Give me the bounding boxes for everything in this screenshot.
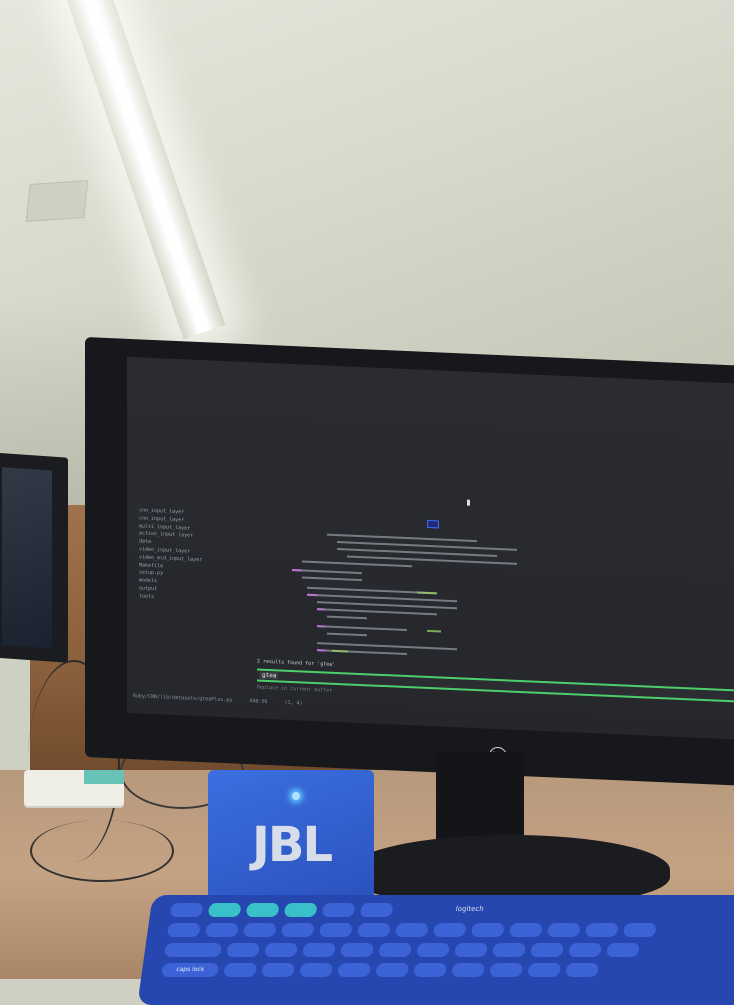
key[interactable]: [283, 903, 318, 917]
code-keyword: [307, 593, 317, 597]
key[interactable]: [242, 923, 277, 937]
ceiling-vent: [25, 180, 89, 222]
key[interactable]: [606, 943, 640, 957]
key[interactable]: [527, 963, 562, 977]
key[interactable]: [546, 923, 581, 937]
key[interactable]: [318, 923, 353, 937]
code-line: [317, 608, 437, 616]
code-line: [292, 569, 362, 575]
key[interactable]: [492, 943, 526, 957]
code-keyword: [317, 625, 325, 628]
key[interactable]: [223, 963, 258, 977]
key[interactable]: [622, 923, 657, 937]
status-cursor-position[interactable]: (1, 4): [284, 700, 302, 707]
keyboard-row: [164, 943, 640, 959]
key[interactable]: [340, 943, 374, 957]
code-string: [427, 629, 441, 633]
cable: [30, 820, 174, 882]
key[interactable]: [375, 963, 410, 977]
key[interactable]: [416, 943, 450, 957]
code-line: [317, 625, 407, 632]
left-monitor: [0, 452, 68, 663]
key[interactable]: [451, 963, 486, 977]
key[interactable]: [489, 963, 524, 977]
key[interactable]: [432, 923, 467, 937]
code-keyword: [317, 649, 325, 652]
key[interactable]: [226, 943, 260, 957]
key[interactable]: [413, 963, 448, 977]
key[interactable]: [470, 923, 505, 937]
key[interactable]: [164, 943, 222, 957]
keyboard-brand-logo: logitech: [455, 905, 485, 913]
key[interactable]: [299, 963, 334, 977]
key[interactable]: [378, 943, 412, 957]
code-keyword: [317, 608, 325, 611]
photo-scene: cnn_input_layer cnn_input_layer multi_in…: [0, 0, 734, 1005]
code-line: [327, 632, 367, 637]
code-line: [307, 593, 457, 603]
key[interactable]: [530, 943, 564, 957]
key[interactable]: [204, 923, 239, 937]
code-line: [302, 560, 412, 568]
key[interactable]: [321, 903, 356, 917]
key[interactable]: [337, 963, 372, 977]
main-monitor: cnn_input_layer cnn_input_layer multi_in…: [85, 337, 734, 788]
key[interactable]: [207, 903, 242, 917]
jbl-logo: JBL: [252, 817, 333, 873]
code-line: [337, 548, 497, 557]
find-hint: Replace in current buffer: [257, 684, 333, 694]
left-monitor-screen: [2, 467, 52, 649]
key[interactable]: [280, 923, 315, 937]
key[interactable]: [302, 943, 336, 957]
code-line: [302, 576, 362, 582]
code-line: [317, 649, 407, 656]
tissue-box-label: [84, 770, 124, 784]
key[interactable]: [565, 963, 600, 977]
key[interactable]: [454, 943, 488, 957]
key[interactable]: [356, 923, 391, 937]
key[interactable]: [568, 943, 602, 957]
code-line: [317, 601, 457, 610]
key[interactable]: [261, 963, 296, 977]
code-line: [327, 615, 367, 620]
key[interactable]: [245, 903, 280, 917]
text-cursor: [467, 499, 470, 506]
code-line: [327, 533, 477, 543]
key[interactable]: [508, 923, 543, 937]
key[interactable]: [394, 923, 429, 937]
monitor-screen: cnn_input_layer cnn_input_layer multi_in…: [127, 356, 734, 740]
code-line: [347, 555, 517, 565]
keyboard-row: [169, 903, 394, 919]
key[interactable]: [584, 923, 619, 937]
code-keyword: [292, 569, 302, 572]
tissue-box: [24, 770, 124, 806]
code-line: [317, 642, 457, 651]
key[interactable]: [169, 903, 204, 917]
code-string: [332, 649, 348, 653]
caps-lock-key[interactable]: caps lock: [161, 963, 220, 977]
find-input-value[interactable]: gtea: [260, 671, 279, 680]
status-time: 448:56: [249, 698, 268, 705]
code-string: [417, 591, 437, 595]
keyboard: logitech caps lock: [137, 895, 734, 1005]
keyboard-row: [166, 923, 657, 939]
key[interactable]: [264, 943, 298, 957]
speaker-led-icon: [292, 792, 300, 800]
jbl-speaker: JBL: [208, 770, 374, 900]
key[interactable]: [166, 923, 201, 937]
keyboard-row: caps lock: [161, 963, 600, 979]
key[interactable]: [359, 903, 394, 917]
